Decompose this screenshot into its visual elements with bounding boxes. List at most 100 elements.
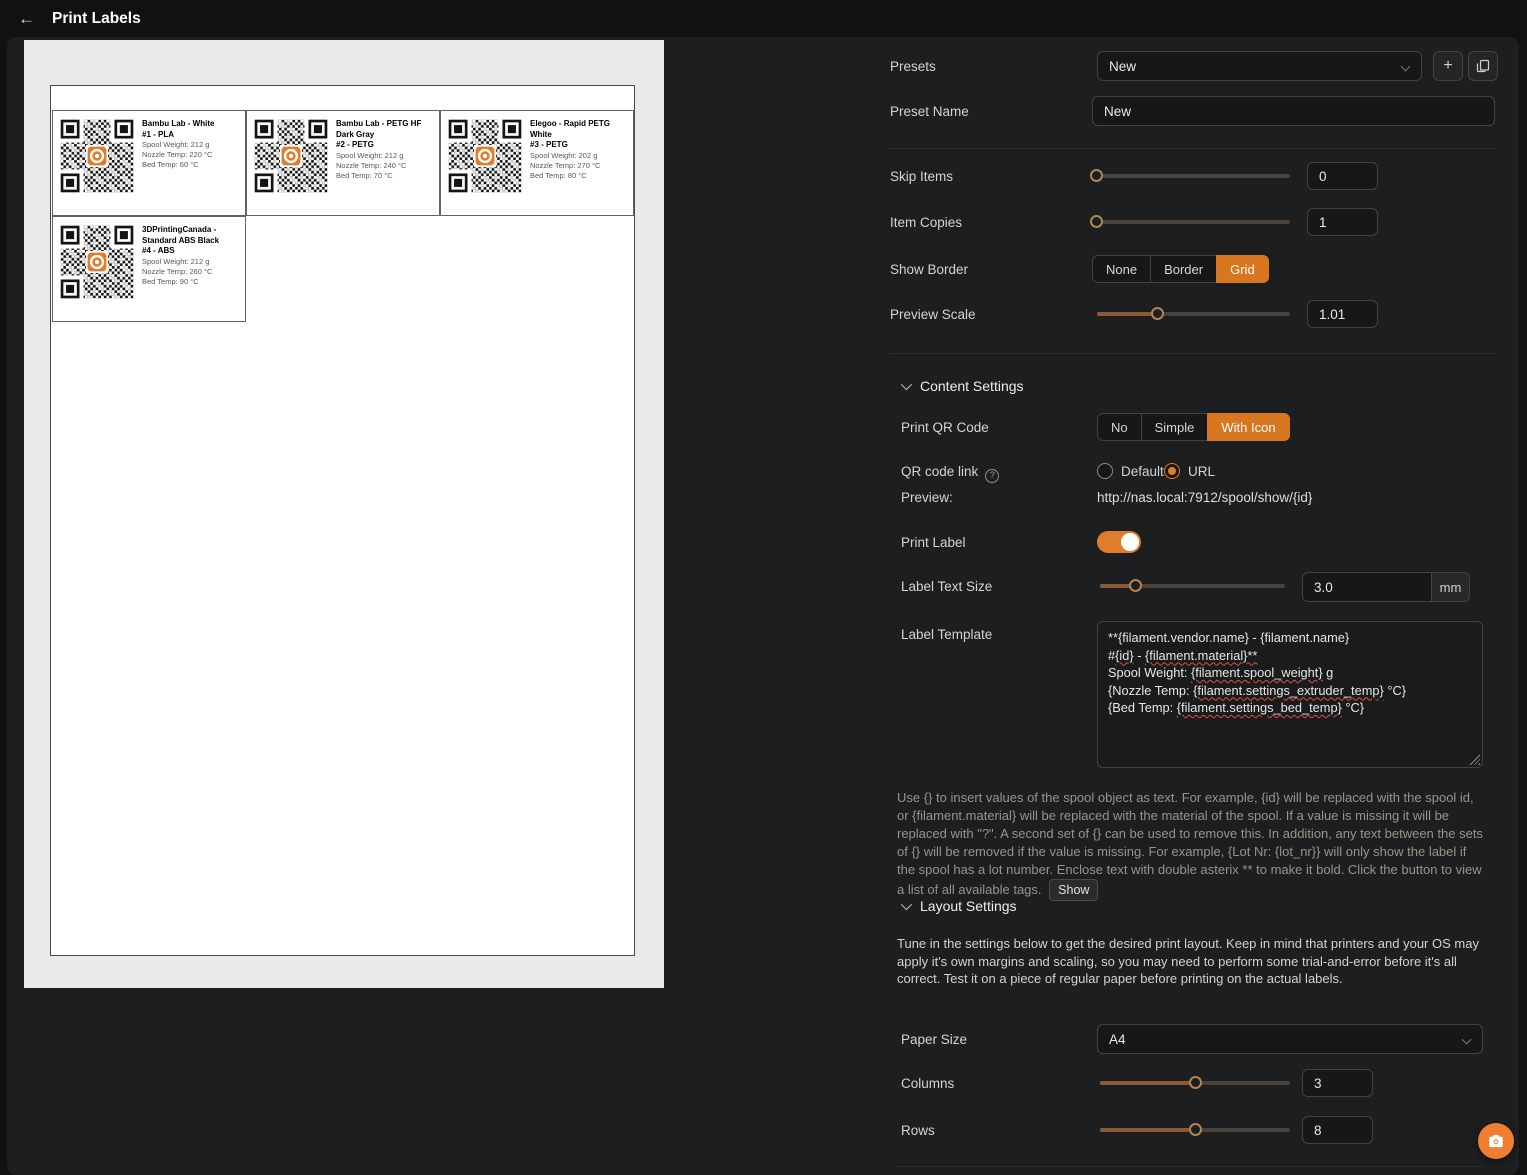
page-title: Print Labels	[52, 9, 141, 27]
show-tags-button[interactable]: Show	[1049, 879, 1099, 901]
copy-icon	[1476, 59, 1490, 73]
template-help-text: Use {} to insert values of the spool obj…	[897, 789, 1484, 901]
label-cell: Bambu Lab - White #1 - PLA Spool Weight:…	[52, 110, 246, 216]
columns-label: Columns	[901, 1076, 955, 1091]
preset-name-label: Preset Name	[890, 104, 969, 119]
item-copies-slider[interactable]	[1090, 209, 1290, 235]
label-id-material: #3 - PETG	[530, 140, 568, 149]
rows-label: Rows	[901, 1123, 935, 1138]
item-copies-input[interactable]: 1	[1307, 208, 1378, 236]
preview-scale-label: Preview Scale	[890, 307, 976, 322]
label-nozzle-temp: Nozzle Temp: 270 °C	[530, 160, 601, 170]
camera-icon	[1489, 1135, 1503, 1148]
label-id-material: #4 - ABS	[142, 246, 175, 255]
label-bed-temp: Bed Temp: 80 °C	[530, 170, 587, 180]
divider	[890, 148, 1495, 149]
slider-handle[interactable]	[1189, 1123, 1202, 1136]
print-qr-simple[interactable]: Simple	[1140, 413, 1209, 441]
radio-icon[interactable]	[1097, 463, 1113, 479]
label-cell: 3DPrintingCanada - Standard ABS Black #4…	[52, 216, 246, 322]
radio-selected-icon[interactable]	[1164, 463, 1180, 479]
show-border-border[interactable]: Border	[1150, 255, 1218, 283]
skip-items-input[interactable]: 0	[1307, 162, 1378, 190]
content-settings-header[interactable]: Content Settings	[900, 378, 1024, 394]
label-template-textarea[interactable]: **{filament.vendor.name} - {filament.nam…	[1097, 621, 1483, 768]
slider-handle[interactable]	[1151, 307, 1164, 320]
print-qr-no[interactable]: No	[1097, 413, 1142, 441]
label-weight: Spool Weight: 212 g	[142, 256, 210, 266]
slider-handle[interactable]	[1129, 579, 1142, 592]
template-line: **{filament.vendor.name} - {filament.nam…	[1108, 630, 1350, 645]
camera-button[interactable]	[1478, 1123, 1514, 1159]
label-weight: Spool Weight: 212 g	[336, 150, 404, 160]
preview-scale-input[interactable]: 1.01	[1307, 300, 1378, 328]
presets-label: Presets	[890, 59, 936, 74]
qr-code-icon	[58, 117, 136, 195]
paper-size-select[interactable]: A4	[1097, 1024, 1483, 1054]
label-bed-temp: Bed Temp: 90 °C	[142, 276, 199, 286]
layout-settings-description: Tune in the settings below to get the de…	[897, 936, 1479, 986]
qr-code-icon	[58, 223, 136, 301]
presets-select[interactable]: New	[1097, 51, 1422, 81]
chevron-down-icon	[900, 898, 913, 911]
slider-handle[interactable]	[1189, 1076, 1202, 1089]
preview-url-value: http://nas.local:7912/spool/show/{id}	[1097, 490, 1313, 505]
item-copies-label: Item Copies	[890, 215, 963, 230]
slider-handle[interactable]	[1090, 215, 1103, 228]
qr-code-icon	[446, 117, 524, 195]
show-border-none[interactable]: None	[1092, 255, 1152, 283]
back-arrow-icon[interactable]: ←	[18, 9, 35, 29]
print-qr-label: Print QR Code	[901, 420, 989, 435]
rows-input[interactable]: 8	[1302, 1116, 1373, 1144]
label-weight: Spool Weight: 202 g	[530, 150, 598, 160]
layout-settings-title: Layout Settings	[920, 898, 1017, 914]
skip-items-label: Skip Items	[890, 169, 954, 184]
skip-items-slider[interactable]	[1090, 163, 1290, 189]
preview-url-label: Preview:	[901, 490, 953, 505]
label-cell: Bambu Lab - PETG HF Dark Gray #2 - PETG …	[246, 110, 440, 216]
preview-scale-slider[interactable]	[1097, 301, 1290, 327]
duplicate-preset-button[interactable]	[1468, 51, 1498, 81]
label-text-size-input[interactable]: 3.0	[1302, 572, 1432, 602]
show-border-grid[interactable]: Grid	[1216, 255, 1269, 283]
label-text-size-unit: mm	[1432, 572, 1470, 602]
resize-handle[interactable]	[1469, 754, 1480, 765]
slider-handle[interactable]	[1090, 169, 1103, 182]
label-id-material: #2 - PETG	[336, 140, 374, 149]
preset-name-input[interactable]: New	[1092, 96, 1495, 126]
template-line: #{id} - {filament.material}**	[1108, 647, 1258, 663]
columns-slider[interactable]	[1100, 1070, 1290, 1096]
question-circle-icon: ?	[985, 468, 1000, 483]
label-vendor-name: 3DPrintingCanada - Standard ABS Black	[142, 225, 220, 245]
preset-name-value: New	[1104, 103, 1132, 119]
template-line: Spool Weight: {filament.spool_weight} g	[1108, 665, 1334, 680]
top-bar: ← Print Labels	[0, 0, 1527, 37]
layout-settings-header[interactable]: Layout Settings	[900, 898, 1017, 914]
label-cell: Elegoo - Rapid PETG White #3 - PETG Spoo…	[440, 110, 634, 216]
chevron-down-icon	[900, 378, 913, 391]
label-id-material: #1 - PLA	[142, 129, 175, 139]
show-border-group: None Border Grid	[1092, 255, 1269, 283]
label-text-size-slider[interactable]	[1100, 573, 1285, 599]
label-bed-temp: Bed Temp: 70 °C	[336, 170, 393, 180]
print-label-toggle[interactable]	[1097, 531, 1141, 553]
chevron-down-icon	[1400, 61, 1411, 72]
label-weight: Spool Weight: 212 g	[142, 140, 210, 149]
print-qr-with-icon[interactable]: With Icon	[1207, 413, 1290, 441]
add-preset-button[interactable]: +	[1433, 51, 1463, 81]
qr-link-url-radio[interactable]: URL	[1164, 463, 1215, 479]
label-nozzle-temp: Nozzle Temp: 260 °C	[142, 266, 213, 276]
show-border-label: Show Border	[890, 262, 969, 277]
columns-input[interactable]: 3	[1302, 1069, 1373, 1097]
template-line: {Nozzle Temp: {filament.settings_extrude…	[1108, 682, 1406, 698]
divider	[890, 353, 1495, 354]
qr-code-icon	[252, 117, 330, 195]
labels-grid: Bambu Lab - White #1 - PLA Spool Weight:…	[52, 110, 634, 322]
label-vendor-name: Elegoo - Rapid PETG White	[530, 119, 611, 139]
content-settings-title: Content Settings	[920, 378, 1024, 394]
label-text-size-label: Label Text Size	[901, 579, 993, 594]
qr-link-default-radio[interactable]: Default	[1097, 463, 1164, 479]
label-nozzle-temp: Nozzle Temp: 220 °C	[142, 150, 213, 159]
rows-slider[interactable]	[1100, 1117, 1290, 1143]
paper-page: Bambu Lab - White #1 - PLA Spool Weight:…	[50, 85, 635, 956]
